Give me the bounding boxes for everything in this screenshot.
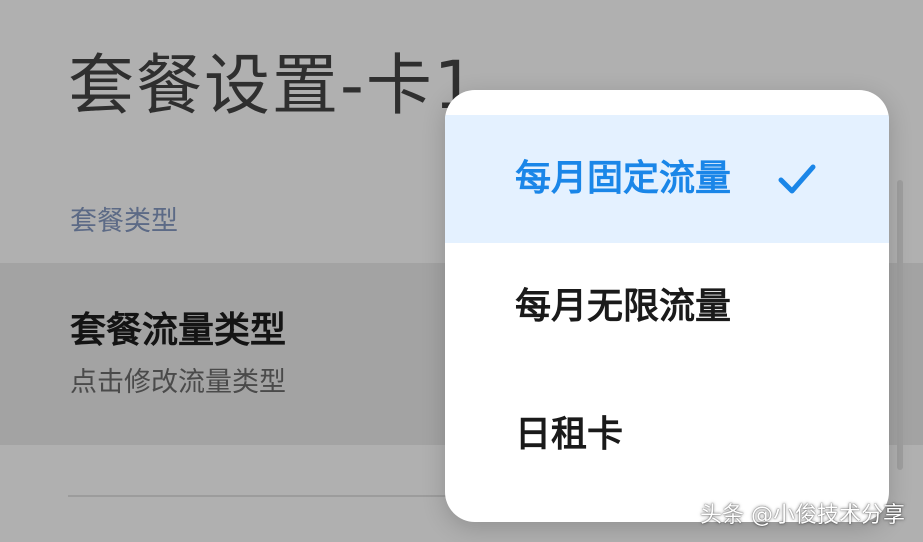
option-label: 每月固定流量 xyxy=(515,158,732,199)
option-daily-rental-card[interactable]: 日租卡 xyxy=(445,371,889,499)
option-monthly-unlimited-traffic[interactable]: 每月无限流量 xyxy=(445,243,889,371)
option-label: 每月无限流量 xyxy=(515,286,732,327)
watermark: 头条 @小俊技术分享 xyxy=(700,503,905,528)
divider xyxy=(68,495,448,497)
checkmark-icon xyxy=(778,164,816,194)
page-title: 套餐设置-卡1 xyxy=(68,47,478,124)
row-title: 套餐流量类型 xyxy=(70,310,287,351)
row-subtitle: 点击修改流量类型 xyxy=(70,367,286,398)
option-monthly-fixed-traffic[interactable]: 每月固定流量 xyxy=(445,115,889,243)
option-label: 日租卡 xyxy=(515,414,624,455)
scrollbar[interactable] xyxy=(897,180,903,470)
traffic-type-popup-menu: 每月固定流量 每月无限流量 日租卡 xyxy=(445,90,889,522)
section-header: 套餐类型 xyxy=(70,206,178,237)
